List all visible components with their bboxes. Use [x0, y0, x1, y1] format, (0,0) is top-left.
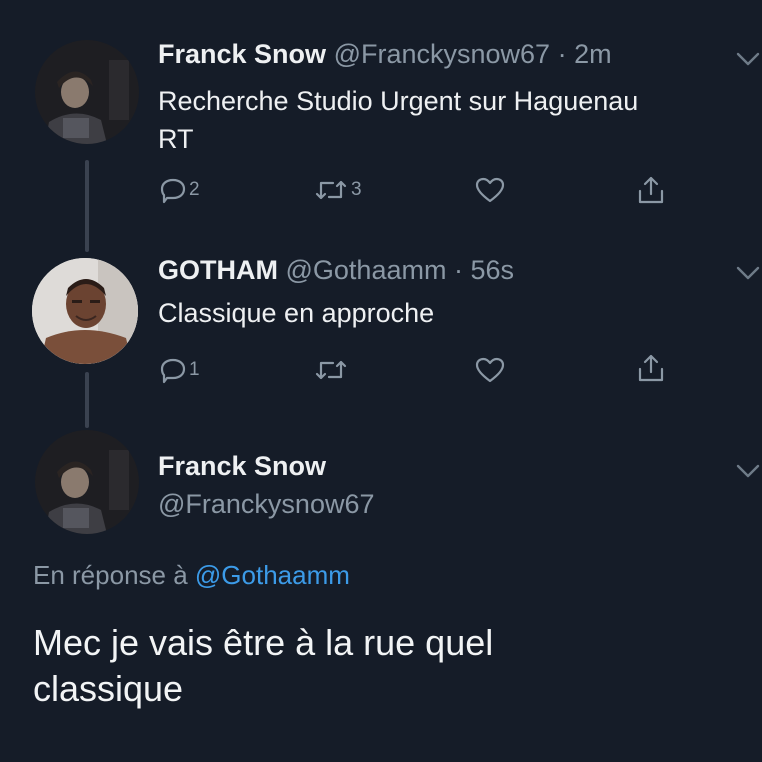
avatar-franck-snow[interactable] — [35, 40, 139, 144]
share-button[interactable] — [636, 352, 666, 384]
thread-line-2 — [85, 372, 89, 428]
avatar-image — [32, 258, 138, 364]
reply-prefix: En réponse à — [33, 560, 195, 590]
reply-button[interactable]: 1 — [159, 356, 200, 384]
retweet-count: 3 — [351, 179, 362, 200]
focused-tweet-text-line-1: Mec je vais être à la rue quel — [33, 622, 494, 663]
avatar-gotham[interactable] — [32, 258, 138, 364]
retweet-icon — [315, 360, 347, 380]
chevron-down-icon[interactable] — [735, 462, 761, 480]
share-icon — [638, 354, 664, 382]
retweet-button[interactable] — [313, 356, 349, 384]
tweet-1-header: Franck Snow @Franckysnow67 · 2m — [158, 38, 612, 70]
like-button[interactable] — [474, 356, 506, 384]
avatar-image — [35, 430, 139, 534]
heart-icon — [475, 357, 505, 383]
tweet-2-header: GOTHAM @Gothaamm · 56s — [158, 254, 514, 286]
reply-bubble-icon — [160, 358, 186, 384]
reply-count: 2 — [189, 179, 200, 200]
avatar-franck-snow[interactable] — [35, 430, 139, 534]
focused-author-name-row: Franck Snow — [158, 450, 326, 482]
focused-tweet-text-line-2: classique — [33, 668, 184, 709]
author-name[interactable]: Franck Snow — [158, 39, 326, 69]
reply-button[interactable]: 2 — [159, 176, 200, 204]
reply-context: En réponse à @Gothaamm — [33, 558, 350, 592]
share-button[interactable] — [636, 174, 666, 206]
author-handle[interactable]: @Gothaamm — [286, 255, 447, 285]
tweet-1-text-line-1: Recherche Studio Urgent sur Haguenau — [158, 86, 639, 116]
heart-icon — [475, 177, 505, 203]
focused-author-handle-row: @Franckysnow67 — [158, 488, 375, 520]
author-handle[interactable]: @Franckysnow67 — [158, 489, 375, 519]
thread-line-1 — [85, 160, 89, 252]
author-handle[interactable]: @Franckysnow67 — [334, 39, 551, 69]
retweet-icon — [315, 180, 347, 200]
chevron-down-icon[interactable] — [735, 50, 761, 68]
chevron-down-icon[interactable] — [735, 264, 761, 282]
reply-mention-link[interactable]: @Gothaamm — [195, 560, 350, 590]
reply-bubble-icon — [160, 178, 186, 204]
tweet-2-text-line-1: Classique en approche — [158, 298, 435, 328]
avatar-image — [35, 40, 139, 144]
share-icon — [638, 176, 664, 204]
tweet-1-text-line-2: RT — [158, 124, 194, 154]
author-name[interactable]: Franck Snow — [158, 451, 326, 481]
retweet-button[interactable]: 3 — [313, 176, 362, 204]
tweet-time[interactable]: · 56s — [454, 255, 514, 285]
reply-count: 1 — [189, 359, 200, 380]
tweet-time[interactable]: · 2m — [558, 39, 612, 69]
focused-tweet-text: Mec je vais être à la rue quel classique — [33, 620, 733, 712]
like-button[interactable] — [474, 176, 506, 204]
author-name[interactable]: GOTHAM — [158, 255, 278, 285]
